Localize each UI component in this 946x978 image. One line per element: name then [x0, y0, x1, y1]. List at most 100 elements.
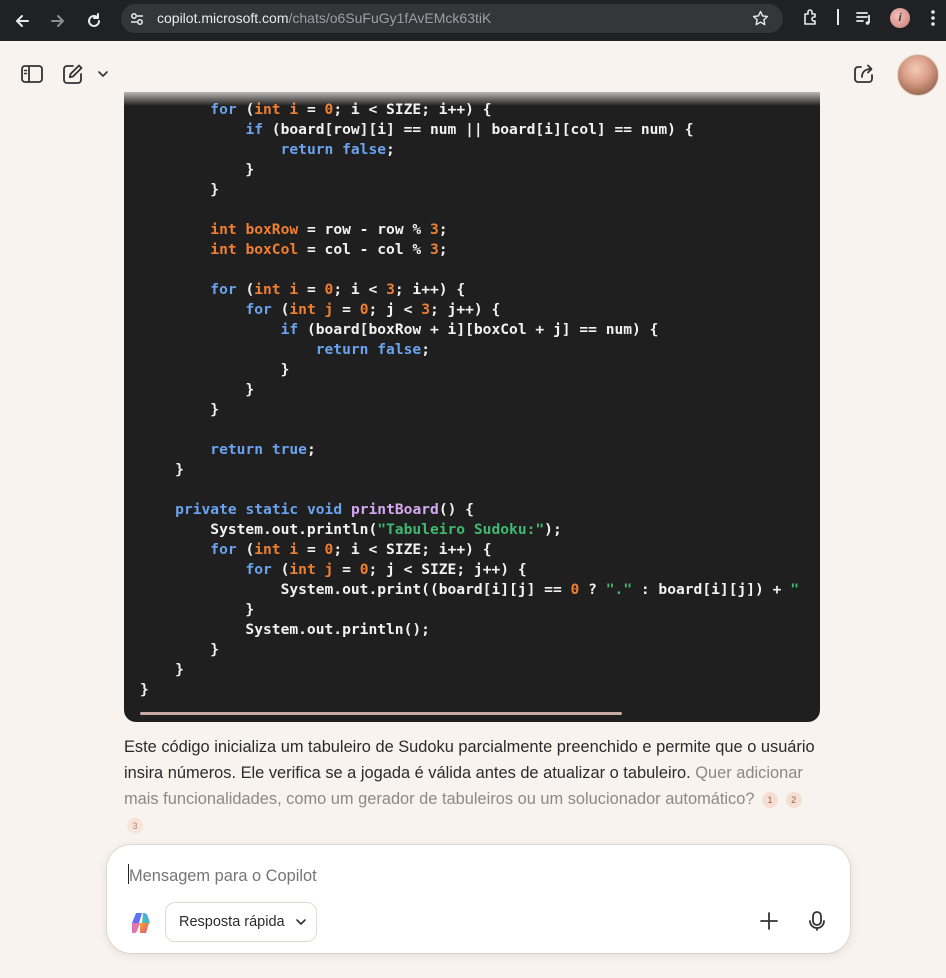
code-token: private — [175, 501, 237, 518]
bookmark-star-icon[interactable] — [752, 10, 769, 27]
extensions-icon[interactable] — [801, 8, 821, 28]
code-token: if — [280, 321, 299, 338]
code-token: } — [140, 361, 290, 378]
code-token: () { — [438, 501, 474, 518]
message-input[interactable] — [129, 863, 819, 889]
code-token: ; j < — [368, 301, 422, 318]
new-chat-button[interactable] — [60, 61, 86, 87]
citation-2[interactable]: 2 — [785, 791, 802, 808]
more-menu-icon[interactable] — [925, 8, 941, 28]
code-token: ; — [306, 441, 316, 458]
url-path: /chats/o6SuFuGy1fAvEMck63tiK — [288, 10, 492, 26]
code-token: return — [210, 441, 264, 458]
code-line: for (int i = 0; i < SIZE; i++) { — [140, 100, 799, 120]
share-button[interactable] — [851, 61, 877, 87]
code-token: 0 — [570, 581, 580, 598]
code-line: } — [140, 400, 799, 420]
code-token: ( — [271, 301, 290, 318]
code-token: } — [140, 181, 220, 198]
code-line: for (int i = 0; i < SIZE; i++) { — [140, 540, 799, 560]
code-line: } — [140, 660, 799, 680]
code-token: ? — [579, 581, 606, 598]
code-line: System.out.println("Tabuleiro Sudoku:"); — [140, 520, 799, 540]
copilot-logo-icon — [132, 913, 150, 933]
code-block: for (int i = 0; i < SIZE; i++) { if (boa… — [124, 92, 820, 722]
code-line: System.out.print((board[i][j] == 0 ? "."… — [140, 580, 799, 600]
sidebar-toggle-button[interactable] — [19, 62, 45, 86]
new-chat-menu-button[interactable] — [95, 66, 111, 82]
share-icon — [854, 64, 873, 83]
code-token: ( — [236, 101, 255, 118]
reload-button[interactable] — [80, 7, 108, 35]
browser-toolbar: copilot.microsoft.com/chats/o6SuFuGy1fAv… — [0, 0, 946, 41]
code-horizontal-scrollbar[interactable] — [140, 712, 622, 715]
code-token: } — [140, 381, 255, 398]
code-token: "." — [605, 581, 633, 598]
code-token: = col - col % — [298, 241, 430, 258]
code-token: = — [298, 541, 325, 558]
code-token: } — [140, 681, 149, 698]
citation-3[interactable]: 3 — [127, 817, 143, 834]
code-token: ; — [438, 221, 448, 238]
code-token: int — [289, 301, 316, 318]
response-mode-dropdown[interactable]: Resposta rápida — [165, 902, 317, 942]
forward-button[interactable] — [44, 7, 72, 35]
code-line: } — [140, 640, 799, 660]
code-token: = — [298, 101, 325, 118]
code-line: for (int j = 0; j < 3; j++) { — [140, 300, 799, 320]
code-token: void — [306, 501, 343, 518]
code-token: static — [245, 501, 299, 518]
code-line: return true; — [140, 440, 799, 460]
code-token: } — [140, 161, 255, 178]
code-content: for (int i = 0; i < SIZE; i++) { if (boa… — [140, 100, 799, 700]
sidebar-icon — [21, 65, 43, 83]
code-line: } — [140, 180, 799, 200]
reading-list-icon[interactable] — [854, 8, 874, 28]
text-cursor — [128, 864, 129, 884]
plus-icon[interactable] — [757, 909, 781, 933]
code-token: ( — [271, 561, 290, 578]
code-token: printBoard — [350, 501, 439, 518]
code-token: } — [140, 601, 255, 618]
code-token: int — [254, 541, 281, 558]
code-line: } — [140, 160, 799, 180]
site-settings-icon[interactable] — [129, 11, 145, 27]
code-token: i — [289, 281, 299, 298]
code-token: for — [245, 561, 272, 578]
code-token: = — [333, 301, 360, 318]
citation-1[interactable]: 1 — [762, 791, 779, 808]
microphone-icon[interactable] — [805, 909, 829, 933]
code-line: int boxRow = row - row % 3; — [140, 220, 799, 240]
arrow-right-icon — [51, 15, 64, 27]
code-token: if — [245, 121, 264, 138]
code-token: = — [333, 561, 360, 578]
user-avatar[interactable] — [897, 54, 939, 96]
code-token: System.out.println( — [140, 521, 378, 538]
code-line: } — [140, 460, 799, 480]
code-token: int — [254, 281, 281, 298]
code-line: if (board[row][i] == num || board[i][col… — [140, 120, 799, 140]
message-composer: Resposta rápida — [107, 845, 850, 953]
chevron-down-icon — [98, 71, 108, 77]
address-bar[interactable]: copilot.microsoft.com/chats/o6SuFuGy1fAv… — [121, 4, 783, 33]
profile-avatar[interactable]: i — [890, 8, 910, 28]
compose-icon — [63, 64, 83, 84]
code-line: if (board[boxRow + i][boxCol + j] == num… — [140, 320, 799, 340]
arrow-left-icon — [16, 15, 29, 27]
back-button[interactable] — [8, 7, 36, 35]
code-token: for — [245, 301, 272, 318]
